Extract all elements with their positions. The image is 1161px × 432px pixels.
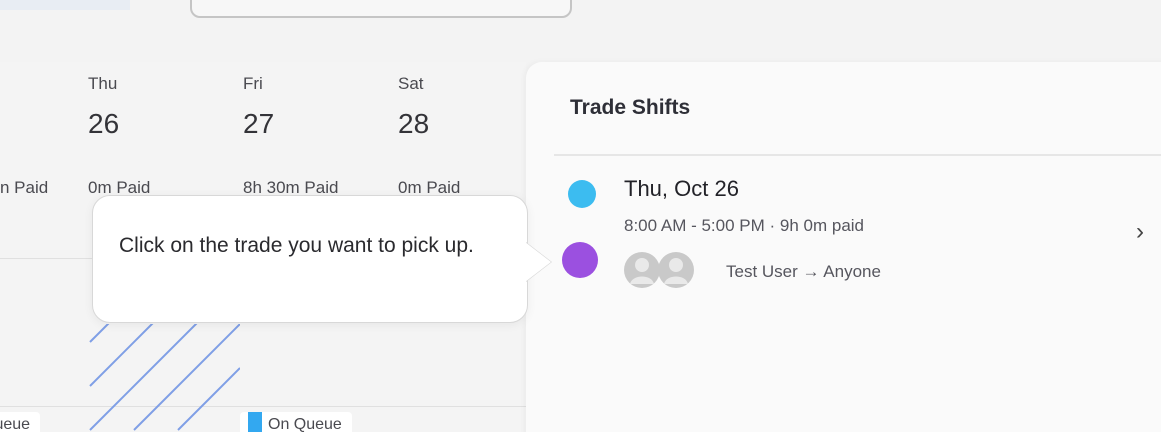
paid-summary: n Paid <box>0 178 49 197</box>
grid-divider <box>0 406 526 407</box>
day-number: 27 <box>243 108 275 139</box>
day-name: Sat <box>398 74 424 93</box>
day-thu[interactable]: Thu 26 <box>88 74 119 140</box>
day-sat[interactable]: Sat 28 <box>398 74 429 140</box>
trade-date: Thu, Oct 26 <box>624 176 739 202</box>
unavailable-hatch-pattern <box>89 324 240 431</box>
panel-divider <box>554 154 1161 156</box>
day-name: Fri <box>243 74 263 93</box>
search-input[interactable] <box>190 0 572 18</box>
queue-label: Queue <box>0 412 41 432</box>
trade-users: Test User → Anyone <box>726 262 881 281</box>
top-tab[interactable] <box>0 0 130 10</box>
page: Thu 26 Fri 27 Sat 28 n Paid 0m Paid 8h 3… <box>0 0 1161 432</box>
shift-status-dot <box>568 180 596 208</box>
tooltip-arrow-icon <box>525 242 551 282</box>
queue-text: On Queue <box>268 416 342 432</box>
user-avatar-group-icon <box>624 252 694 288</box>
day-fri[interactable]: Fri 27 <box>243 74 274 140</box>
trade-status-dot <box>562 242 598 278</box>
day-name: Thu <box>88 74 118 93</box>
day-number: 26 <box>88 108 120 139</box>
panel-title: Trade Shifts <box>570 96 691 119</box>
queue-marker-icon <box>248 412 262 432</box>
trade-time: 8:00 AM - 5:00 PM · 9h 0m paid <box>624 216 865 235</box>
day-number: 28 <box>398 108 430 139</box>
trade-shift-item[interactable]: Thu, Oct 26 8:00 AM - 5:00 PM · 9h 0m pa… <box>556 166 1156 294</box>
on-queue-label: On Queue <box>240 412 352 432</box>
trade-shifts-panel: Trade Shifts Thu, Oct 26 8:00 AM - 5:00 … <box>526 62 1161 432</box>
tooltip: Click on the trade you want to pick up. <box>92 195 528 323</box>
tooltip-text: Click on the trade you want to pick up. <box>119 234 474 257</box>
trade-day: Thu <box>624 176 662 201</box>
trade-date-rest: , Oct 26 <box>661 176 739 201</box>
chevron-right-icon[interactable]: › <box>1136 218 1144 246</box>
